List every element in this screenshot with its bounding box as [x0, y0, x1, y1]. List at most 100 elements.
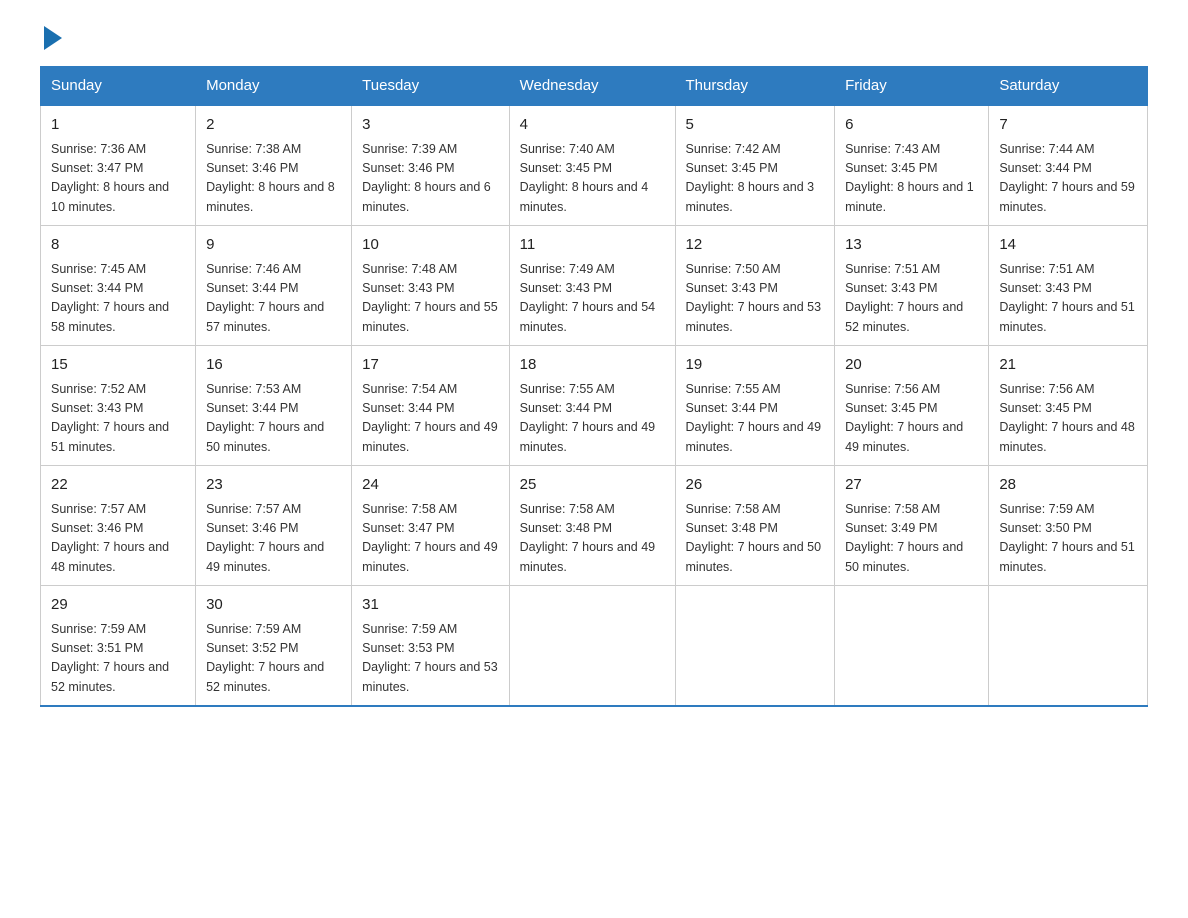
calendar-cell: 20 Sunrise: 7:56 AM Sunset: 3:45 PM Dayl… — [835, 346, 989, 466]
day-info: Sunrise: 7:54 AM Sunset: 3:44 PM Dayligh… — [362, 380, 498, 458]
day-number: 21 — [999, 354, 1137, 377]
calendar-cell: 11 Sunrise: 7:49 AM Sunset: 3:43 PM Dayl… — [509, 226, 675, 346]
calendar-cell — [835, 586, 989, 707]
day-info: Sunrise: 7:46 AM Sunset: 3:44 PM Dayligh… — [206, 260, 341, 338]
day-info: Sunrise: 7:59 AM Sunset: 3:53 PM Dayligh… — [362, 620, 498, 698]
day-info: Sunrise: 7:58 AM Sunset: 3:48 PM Dayligh… — [686, 500, 825, 578]
day-number: 10 — [362, 234, 498, 257]
calendar-cell: 9 Sunrise: 7:46 AM Sunset: 3:44 PM Dayli… — [196, 226, 352, 346]
header — [40, 30, 1148, 46]
day-info: Sunrise: 7:50 AM Sunset: 3:43 PM Dayligh… — [686, 260, 825, 338]
calendar-cell: 4 Sunrise: 7:40 AM Sunset: 3:45 PM Dayli… — [509, 105, 675, 226]
calendar-cell — [675, 586, 835, 707]
calendar-cell: 3 Sunrise: 7:39 AM Sunset: 3:46 PM Dayli… — [352, 105, 509, 226]
day-info: Sunrise: 7:55 AM Sunset: 3:44 PM Dayligh… — [520, 380, 665, 458]
day-info: Sunrise: 7:58 AM Sunset: 3:48 PM Dayligh… — [520, 500, 665, 578]
day-info: Sunrise: 7:39 AM Sunset: 3:46 PM Dayligh… — [362, 140, 498, 218]
calendar-cell: 16 Sunrise: 7:53 AM Sunset: 3:44 PM Dayl… — [196, 346, 352, 466]
calendar-header-saturday: Saturday — [989, 67, 1148, 106]
calendar-week-row-3: 15 Sunrise: 7:52 AM Sunset: 3:43 PM Dayl… — [41, 346, 1148, 466]
calendar-cell: 10 Sunrise: 7:48 AM Sunset: 3:43 PM Dayl… — [352, 226, 509, 346]
day-info: Sunrise: 7:42 AM Sunset: 3:45 PM Dayligh… — [686, 140, 825, 218]
day-number: 28 — [999, 474, 1137, 497]
day-info: Sunrise: 7:44 AM Sunset: 3:44 PM Dayligh… — [999, 140, 1137, 218]
day-info: Sunrise: 7:56 AM Sunset: 3:45 PM Dayligh… — [999, 380, 1137, 458]
day-number: 9 — [206, 234, 341, 257]
calendar-header-wednesday: Wednesday — [509, 67, 675, 106]
day-number: 15 — [51, 354, 185, 377]
day-info: Sunrise: 7:48 AM Sunset: 3:43 PM Dayligh… — [362, 260, 498, 338]
day-info: Sunrise: 7:40 AM Sunset: 3:45 PM Dayligh… — [520, 140, 665, 218]
calendar-cell: 22 Sunrise: 7:57 AM Sunset: 3:46 PM Dayl… — [41, 466, 196, 586]
day-number: 14 — [999, 234, 1137, 257]
day-number: 8 — [51, 234, 185, 257]
day-number: 6 — [845, 114, 978, 137]
calendar-cell: 2 Sunrise: 7:38 AM Sunset: 3:46 PM Dayli… — [196, 105, 352, 226]
calendar-cell: 14 Sunrise: 7:51 AM Sunset: 3:43 PM Dayl… — [989, 226, 1148, 346]
calendar-header-thursday: Thursday — [675, 67, 835, 106]
calendar-week-row-1: 1 Sunrise: 7:36 AM Sunset: 3:47 PM Dayli… — [41, 105, 1148, 226]
day-info: Sunrise: 7:57 AM Sunset: 3:46 PM Dayligh… — [51, 500, 185, 578]
calendar-cell: 19 Sunrise: 7:55 AM Sunset: 3:44 PM Dayl… — [675, 346, 835, 466]
day-number: 25 — [520, 474, 665, 497]
day-info: Sunrise: 7:45 AM Sunset: 3:44 PM Dayligh… — [51, 260, 185, 338]
calendar-week-row-4: 22 Sunrise: 7:57 AM Sunset: 3:46 PM Dayl… — [41, 466, 1148, 586]
calendar-cell — [989, 586, 1148, 707]
day-number: 31 — [362, 594, 498, 617]
calendar-cell: 30 Sunrise: 7:59 AM Sunset: 3:52 PM Dayl… — [196, 586, 352, 707]
day-info: Sunrise: 7:58 AM Sunset: 3:47 PM Dayligh… — [362, 500, 498, 578]
day-info: Sunrise: 7:59 AM Sunset: 3:51 PM Dayligh… — [51, 620, 185, 698]
day-number: 16 — [206, 354, 341, 377]
day-number: 29 — [51, 594, 185, 617]
day-info: Sunrise: 7:51 AM Sunset: 3:43 PM Dayligh… — [845, 260, 978, 338]
calendar-cell: 18 Sunrise: 7:55 AM Sunset: 3:44 PM Dayl… — [509, 346, 675, 466]
calendar-cell: 17 Sunrise: 7:54 AM Sunset: 3:44 PM Dayl… — [352, 346, 509, 466]
calendar-cell: 24 Sunrise: 7:58 AM Sunset: 3:47 PM Dayl… — [352, 466, 509, 586]
day-info: Sunrise: 7:59 AM Sunset: 3:52 PM Dayligh… — [206, 620, 341, 698]
day-info: Sunrise: 7:56 AM Sunset: 3:45 PM Dayligh… — [845, 380, 978, 458]
day-number: 13 — [845, 234, 978, 257]
calendar-cell: 1 Sunrise: 7:36 AM Sunset: 3:47 PM Dayli… — [41, 105, 196, 226]
calendar-cell: 8 Sunrise: 7:45 AM Sunset: 3:44 PM Dayli… — [41, 226, 196, 346]
day-number: 23 — [206, 474, 341, 497]
calendar-table: SundayMondayTuesdayWednesdayThursdayFrid… — [40, 66, 1148, 707]
day-info: Sunrise: 7:55 AM Sunset: 3:44 PM Dayligh… — [686, 380, 825, 458]
day-number: 18 — [520, 354, 665, 377]
day-number: 11 — [520, 234, 665, 257]
day-info: Sunrise: 7:43 AM Sunset: 3:45 PM Dayligh… — [845, 140, 978, 218]
calendar-cell: 21 Sunrise: 7:56 AM Sunset: 3:45 PM Dayl… — [989, 346, 1148, 466]
calendar-cell: 25 Sunrise: 7:58 AM Sunset: 3:48 PM Dayl… — [509, 466, 675, 586]
calendar-cell: 29 Sunrise: 7:59 AM Sunset: 3:51 PM Dayl… — [41, 586, 196, 707]
day-number: 26 — [686, 474, 825, 497]
day-info: Sunrise: 7:36 AM Sunset: 3:47 PM Dayligh… — [51, 140, 185, 218]
calendar-cell: 13 Sunrise: 7:51 AM Sunset: 3:43 PM Dayl… — [835, 226, 989, 346]
calendar-cell: 23 Sunrise: 7:57 AM Sunset: 3:46 PM Dayl… — [196, 466, 352, 586]
day-info: Sunrise: 7:52 AM Sunset: 3:43 PM Dayligh… — [51, 380, 185, 458]
day-number: 1 — [51, 114, 185, 137]
day-number: 4 — [520, 114, 665, 137]
calendar-cell: 7 Sunrise: 7:44 AM Sunset: 3:44 PM Dayli… — [989, 105, 1148, 226]
day-number: 5 — [686, 114, 825, 137]
calendar-header-monday: Monday — [196, 67, 352, 106]
day-number: 30 — [206, 594, 341, 617]
calendar-header-friday: Friday — [835, 67, 989, 106]
logo — [40, 30, 66, 46]
day-number: 27 — [845, 474, 978, 497]
day-number: 24 — [362, 474, 498, 497]
day-number: 19 — [686, 354, 825, 377]
day-number: 3 — [362, 114, 498, 137]
day-info: Sunrise: 7:57 AM Sunset: 3:46 PM Dayligh… — [206, 500, 341, 578]
day-info: Sunrise: 7:58 AM Sunset: 3:49 PM Dayligh… — [845, 500, 978, 578]
day-number: 12 — [686, 234, 825, 257]
calendar-header-row: SundayMondayTuesdayWednesdayThursdayFrid… — [41, 67, 1148, 106]
calendar-cell: 26 Sunrise: 7:58 AM Sunset: 3:48 PM Dayl… — [675, 466, 835, 586]
calendar-cell: 28 Sunrise: 7:59 AM Sunset: 3:50 PM Dayl… — [989, 466, 1148, 586]
calendar-cell: 27 Sunrise: 7:58 AM Sunset: 3:49 PM Dayl… — [835, 466, 989, 586]
calendar-header-sunday: Sunday — [41, 67, 196, 106]
day-info: Sunrise: 7:51 AM Sunset: 3:43 PM Dayligh… — [999, 260, 1137, 338]
calendar-cell: 15 Sunrise: 7:52 AM Sunset: 3:43 PM Dayl… — [41, 346, 196, 466]
day-number: 22 — [51, 474, 185, 497]
day-info: Sunrise: 7:38 AM Sunset: 3:46 PM Dayligh… — [206, 140, 341, 218]
logo-arrow-icon — [44, 26, 62, 50]
day-info: Sunrise: 7:53 AM Sunset: 3:44 PM Dayligh… — [206, 380, 341, 458]
